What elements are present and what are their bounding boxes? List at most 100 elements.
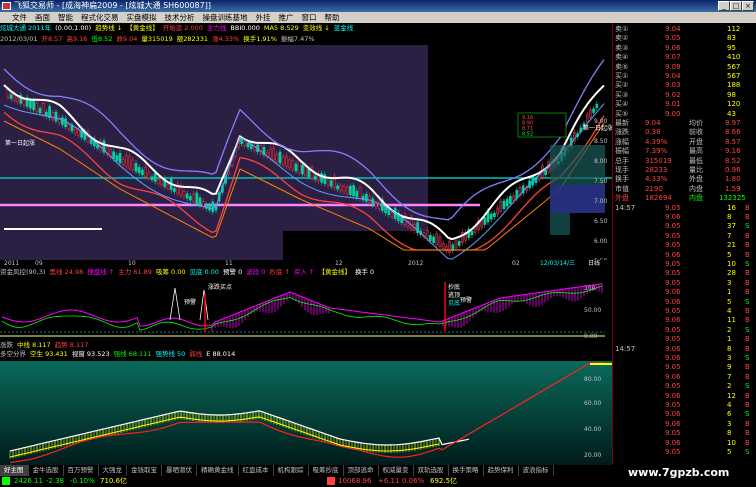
indicator-value: 【黄金线】 (126, 24, 159, 32)
stat-value: 0.96 (725, 166, 741, 174)
indicator-tab[interactable]: 金牛选股 (29, 465, 64, 476)
menu-item[interactable]: 推广 (275, 12, 298, 23)
indicator-tab[interactable]: 顶部逃命 (344, 465, 379, 476)
tick-direction: B (745, 438, 750, 447)
tick-price: 9.06 (665, 419, 681, 428)
buy-volume: 567 (727, 72, 741, 80)
tick-volume: 8 (727, 213, 732, 221)
tick-row: 9.05 4 B (615, 307, 755, 316)
menu-item[interactable]: 实盘模拟 (123, 12, 161, 23)
candle-body (429, 235, 432, 241)
indicator-tab[interactable]: 吸筹抄底 (309, 465, 344, 476)
inner-label: 内盘 (689, 194, 703, 203)
candle-body (285, 155, 288, 167)
indicator-tab[interactable]: 金钱取宝 (127, 465, 162, 476)
tick-volume: 11 (727, 316, 736, 325)
sell-label: 卖③ (615, 43, 629, 52)
candle-body (185, 193, 189, 199)
indicator-tab[interactable]: 暴晒潜伏 (162, 465, 197, 476)
stat-value: 1.59 (725, 184, 741, 193)
indicator-tab[interactable]: 双轨选股 (414, 465, 449, 476)
indicator-tab[interactable]: 红盘成本 (239, 465, 274, 476)
buy-price: 9.04 (665, 72, 681, 80)
tick-direction: B (745, 269, 750, 278)
candle-body (345, 187, 349, 194)
menu-item[interactable]: 程式化交易 (77, 12, 123, 23)
indicator-tab[interactable]: 好主图 (0, 465, 29, 476)
maximize-button[interactable]: □ (730, 1, 742, 11)
tick-row: 9.05 28 B (615, 269, 755, 278)
tick-price: 9.05 (665, 429, 681, 438)
tick-row: 9.06 11 B (615, 316, 755, 325)
indicator-tab[interactable]: 大强龙 (99, 465, 127, 476)
menu-item[interactable]: 文件 (8, 12, 31, 23)
tick-price: 9.05 (665, 260, 681, 268)
price-axis-label: 8.00 (594, 158, 608, 165)
indicator-tab[interactable]: 精确黄金线 (197, 465, 239, 476)
indicator2-chart[interactable]: 80.00 60.00 40.00 20.00 (0, 358, 612, 470)
tick-volume: 2 (727, 382, 732, 391)
tick-price: 9.05 (665, 241, 681, 250)
candle-body (592, 108, 595, 113)
indicator-tab[interactable]: 趋势保利 (484, 465, 519, 476)
minimize-button[interactable]: _ (718, 1, 730, 11)
indicator1-chart[interactable]: 预警 涨跌买点 抄底 逃顶 见底 预警 100 50.00 0.00 (0, 276, 612, 348)
price-axis-label: 6.50 (594, 218, 608, 225)
menu-item[interactable]: 窗口 (298, 12, 321, 23)
ind1-title-item: 吸筹 0.00 (155, 268, 186, 276)
candle-body (157, 179, 160, 184)
tick-volume: 6 (727, 410, 732, 419)
menu-item[interactable]: 帮助 (321, 12, 344, 23)
candle-body (297, 160, 301, 173)
menu-item[interactable]: 画面 (31, 12, 54, 23)
sz-index-icon (327, 477, 335, 485)
stat-key: 涨跌 (615, 128, 629, 137)
indicator-value: 炫城大通 2011年 (0, 24, 52, 32)
tick-direction: B (745, 401, 750, 409)
buy-volume: 43 (727, 109, 736, 118)
stat-row: 涨幅 4.39% 开盘 8.57 (615, 138, 755, 147)
sz-index-change: +6.11 (378, 477, 400, 485)
menu-item[interactable]: 智能 (54, 12, 77, 23)
candle-body (505, 198, 509, 207)
candle-body (246, 143, 250, 148)
indicator-tab[interactable]: 波浪指标 (519, 465, 554, 476)
candle-body (483, 217, 487, 225)
candle-body (432, 236, 435, 243)
ind2-title-item: 多空分界 (0, 350, 26, 358)
menu-item[interactable]: 外挂 (252, 12, 275, 23)
menu-item[interactable]: 操盘训练基地 (199, 12, 252, 23)
indicator-tab[interactable]: 换手策略 (449, 465, 484, 476)
main-candle-chart[interactable]: 9.168.908.718.52 9.008.508.007.507.006.5… (0, 45, 612, 260)
sh-index-value[interactable]: 2426.11 (14, 476, 43, 487)
sell-volume: 83 (727, 34, 736, 43)
close-button[interactable]: × (742, 1, 754, 11)
buy-label: 买② (615, 81, 629, 90)
tick-row: 9.05 37 S (615, 222, 755, 231)
stat-row: 换手 4.33% 外盘 1.80 (615, 175, 755, 184)
candle-body (240, 138, 243, 145)
indicator-tab[interactable]: 权威量变 (379, 465, 414, 476)
candle-body (131, 159, 135, 170)
sz-index-value[interactable]: 10068.96 (338, 476, 371, 487)
menu-item[interactable]: 技术分析 (161, 12, 199, 23)
indicator-tab[interactable]: 百万预警 (64, 465, 99, 476)
stat-value: 9.04 (645, 119, 661, 127)
mid-title-item: 趋势 8.117 (54, 341, 89, 349)
stat-value: 8.97 (725, 119, 741, 127)
tick-row: 9.05 2 S (615, 326, 755, 335)
indicator-tab[interactable]: 机构跟踪 (274, 465, 309, 476)
ind1-label: 逃顶 (448, 291, 460, 299)
tick-direction: S (745, 297, 750, 306)
quote-value: 额282331 (176, 35, 209, 43)
candle-body (115, 155, 119, 162)
tick-direction: B (745, 372, 750, 381)
candle-body (294, 163, 298, 172)
candle-body (336, 185, 339, 190)
buy-quote-row: 买② 9.03 188 (615, 81, 755, 90)
tick-time: 14:57 (615, 344, 636, 353)
tick-volume: 10 (727, 438, 736, 447)
candle-body (198, 197, 202, 206)
period-label[interactable]: 日线 (588, 260, 600, 268)
candle-body (493, 212, 496, 217)
